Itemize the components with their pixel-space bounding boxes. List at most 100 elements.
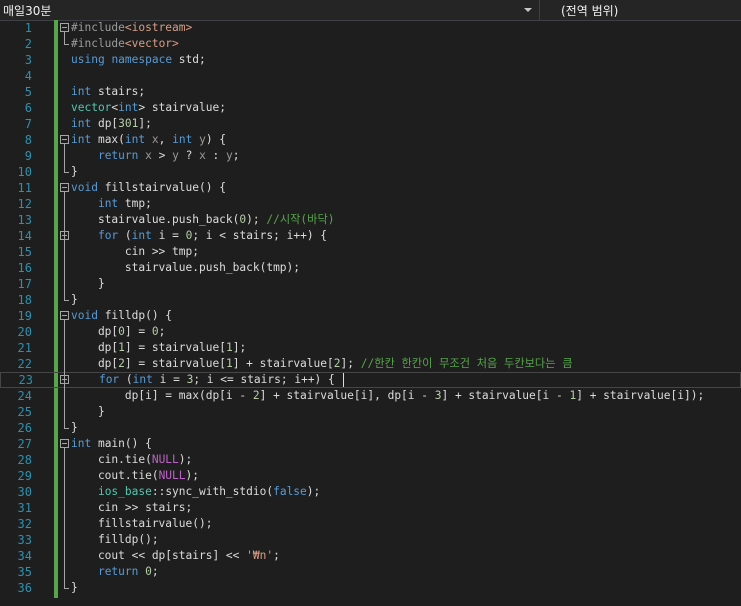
code-token: ; i < stairs; i++) { bbox=[192, 229, 328, 242]
code-token: ]; bbox=[138, 117, 152, 130]
code-line[interactable]: 20 dp[0] = 0; bbox=[0, 324, 741, 340]
outline-end-marker bbox=[64, 588, 69, 589]
project-dropdown[interactable]: 매일30분 bbox=[0, 0, 540, 20]
code-line[interactable]: 19 void filldp() { bbox=[0, 308, 741, 324]
code-line[interactable]: 3 using namespace std; bbox=[0, 52, 741, 68]
code-token: namespace bbox=[111, 53, 173, 66]
code-line[interactable]: 26} bbox=[0, 420, 741, 436]
code-line[interactable]: 8 int max(int x, int y) { bbox=[0, 132, 741, 148]
line-number: 13 bbox=[17, 213, 32, 227]
code-line[interactable]: 13 stairvalue.push_back(0); //시작(바닥) bbox=[0, 212, 741, 228]
code-token: tmp; bbox=[118, 197, 152, 210]
code-line[interactable]: 16 stairvalue.push_back(tmp); bbox=[0, 260, 741, 276]
code-token: ( bbox=[119, 373, 133, 386]
line-number: 22 bbox=[17, 357, 32, 371]
outline-end-marker bbox=[64, 428, 69, 429]
code-line[interactable]: 14 for (int i = 0; i < stairs; i++) { bbox=[0, 228, 741, 244]
code-token: ] + stairvalue[i]); bbox=[576, 389, 705, 402]
code-token: } bbox=[71, 165, 78, 178]
code-token: void bbox=[71, 309, 98, 322]
collapse-minus-icon[interactable] bbox=[60, 135, 69, 144]
code-line[interactable]: 24 dp[i] = max(dp[i - 2] + stairvalue[i]… bbox=[0, 388, 741, 404]
code-text: } bbox=[71, 276, 105, 292]
collapse-minus-icon[interactable] bbox=[60, 311, 69, 320]
code-token: 2 bbox=[333, 357, 341, 370]
code-token: vector bbox=[71, 101, 112, 114]
code-token: 1 bbox=[225, 357, 233, 370]
outline-guide-line bbox=[64, 144, 65, 172]
code-token: ( bbox=[118, 229, 132, 242]
code-text: } bbox=[71, 164, 78, 180]
line-number: 16 bbox=[17, 261, 32, 275]
outline-guide-line bbox=[64, 192, 65, 300]
code-token: ::sync_with_stdio( bbox=[151, 485, 274, 498]
collapse-minus-icon[interactable] bbox=[60, 183, 69, 192]
collapse-minus-icon[interactable] bbox=[60, 439, 69, 448]
code-token: cin >> tmp; bbox=[71, 245, 199, 258]
code-line[interactable]: 30 ios_base::sync_with_stdio(false); bbox=[0, 484, 741, 500]
code-line[interactable]: 22 dp[2] = stairvalue[1] + stairvalue[2]… bbox=[0, 356, 741, 372]
scope-dropdown[interactable]: (전역 범위) bbox=[541, 0, 741, 20]
code-line[interactable]: 33 filldp(); bbox=[0, 532, 741, 548]
scope-dropdown-label: (전역 범위) bbox=[561, 4, 619, 18]
code-line[interactable]: 36} bbox=[0, 580, 741, 596]
code-line[interactable]: 12 int tmp; bbox=[0, 196, 741, 212]
code-line[interactable]: 9 return x > y ? x : y; bbox=[0, 148, 741, 164]
code-line[interactable]: 15 cin >> tmp; bbox=[0, 244, 741, 260]
collapse-minus-icon[interactable] bbox=[60, 375, 69, 384]
code-line[interactable]: 7 int dp[301]; bbox=[0, 116, 741, 132]
code-token: ; bbox=[232, 149, 240, 162]
code-token: 2 bbox=[118, 357, 125, 370]
code-token: void bbox=[71, 181, 98, 194]
code-line[interactable]: 17 } bbox=[0, 276, 741, 292]
line-number: 5 bbox=[24, 85, 32, 99]
code-line[interactable]: 28 cin.tie(NULL); bbox=[0, 452, 741, 468]
code-line[interactable]: 21 dp[1] = stairvalue[1]; bbox=[0, 340, 741, 356]
code-line[interactable]: 31 cin >> stairs; bbox=[0, 500, 741, 516]
code-token: y bbox=[199, 133, 206, 146]
code-text: dp[0] = 0; bbox=[71, 324, 165, 340]
code-line[interactable]: 2 #include<vector> bbox=[0, 36, 741, 52]
code-line[interactable]: 25 } bbox=[0, 404, 741, 420]
code-line[interactable]: 32 fillstairvalue(); bbox=[0, 516, 741, 532]
code-token: ] + stairvalue[i], dp[i - bbox=[259, 389, 435, 402]
code-line[interactable]: 6 vector<int> stairvalue; bbox=[0, 100, 741, 116]
code-line[interactable]: 34 cout << dp[stairs] << '₩n'; bbox=[0, 548, 741, 564]
code-token: i = bbox=[151, 229, 186, 242]
code-token: ); bbox=[185, 469, 199, 482]
code-text: cin >> tmp; bbox=[71, 244, 199, 260]
code-token: stairvalue.push_back(tmp); bbox=[71, 261, 301, 274]
code-token: int bbox=[71, 133, 92, 146]
code-token: y bbox=[172, 149, 179, 162]
code-token: main() { bbox=[91, 437, 152, 450]
code-line[interactable]: 27 int main() { bbox=[0, 436, 741, 452]
code-line[interactable]: 1 #include<iostream> bbox=[0, 20, 741, 36]
code-line[interactable]: 10} bbox=[0, 164, 741, 180]
code-text: vector<int> stairvalue; bbox=[71, 100, 226, 116]
line-number: 30 bbox=[17, 485, 32, 499]
code-line[interactable]: 18} bbox=[0, 292, 741, 308]
code-line[interactable]: 4 bbox=[0, 68, 741, 84]
code-editor[interactable]: 1 #include<iostream> 2 #include<vector> 3 usi… bbox=[0, 20, 741, 606]
project-dropdown-label: 매일30분 bbox=[3, 4, 52, 18]
code-line-current[interactable]: 23 for (int i = 3; i <= stairs; i++) { bbox=[0, 372, 741, 388]
collapse-minus-icon[interactable] bbox=[60, 23, 69, 32]
code-line[interactable]: 35 return 0; bbox=[0, 564, 741, 580]
collapse-minus-icon[interactable] bbox=[60, 231, 69, 240]
code-token: '₩n' bbox=[246, 549, 274, 562]
code-token: y bbox=[226, 149, 233, 162]
code-token: > stairvalue; bbox=[138, 101, 226, 114]
code-token: int bbox=[97, 197, 119, 210]
code-token: //시작(바닥) bbox=[266, 213, 335, 226]
code-line[interactable]: 29 cout.tie(NULL); bbox=[0, 468, 741, 484]
code-text: return x > y ? x : y; bbox=[71, 148, 240, 164]
code-token: cout << dp[stairs] << bbox=[71, 549, 247, 562]
code-line[interactable]: 5 int stairs; bbox=[0, 84, 741, 100]
code-text: int stairs; bbox=[71, 84, 145, 100]
code-line[interactable]: 11 void fillstairvalue() { bbox=[0, 180, 741, 196]
chevron-down-icon[interactable] bbox=[524, 8, 532, 12]
code-text: #include<vector> bbox=[71, 36, 179, 52]
code-token: x bbox=[151, 133, 159, 146]
